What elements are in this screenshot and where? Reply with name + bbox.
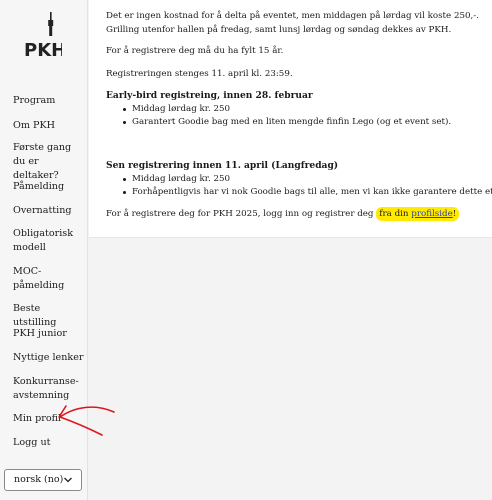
sidebar-item-konkurranse-avstemning[interactable]: Konkurranse-avstemning	[13, 375, 85, 403]
sidebar-item-overnatting[interactable]: Overnatting	[13, 204, 85, 218]
main-content: Det er ingen kostnad for å delta på even…	[89, 0, 492, 238]
svg-text:PKH: PKH	[24, 40, 62, 58]
list-item: Middag lørdag kr. 250	[122, 174, 231, 184]
sidebar-item-obligatorisk-modell[interactable]: Obligatorisk modell	[13, 227, 85, 255]
late-registration-heading: Sen registrering innen 11. april (Langfr…	[106, 160, 339, 171]
language-selected-value: norsk (no)	[14, 474, 64, 485]
profile-page-link[interactable]: profilside	[411, 209, 452, 219]
sidebar-item-nyttige-lenker[interactable]: Nyttige lenker	[13, 351, 85, 365]
list-item: Forhåpentligvis har vi nok Goodie bags t…	[123, 186, 492, 199]
pkh-logo[interactable]: PKH	[20, 12, 62, 58]
sidebar-item-pamelding[interactable]: Påmelding	[13, 180, 85, 194]
chevron-down-icon	[64, 477, 72, 483]
early-bird-heading: Early-bird registreing, innen 28. februa…	[106, 90, 313, 101]
age-rule-text: For å registrere deg må du ha fylt 15 år…	[106, 46, 284, 56]
sidebar-item-forste-gang[interactable]: Første gang du er deltaker?	[13, 141, 85, 183]
intro-cost-text: Det er ingen kostnad for å delta på even…	[106, 11, 479, 21]
sidebar-item-moc-pamelding[interactable]: MOC-påmelding	[13, 265, 85, 293]
list-item: Middag lørdag kr. 250	[122, 104, 231, 114]
deadline-text: Registreringen stenges 11. april kl. 23:…	[106, 69, 293, 79]
register-prefix: For å registrere deg for PKH 2025, logg …	[106, 209, 377, 219]
annotation-arrow	[58, 405, 115, 436]
register-instruction: For å registrere deg for PKH 2025, logg …	[106, 207, 460, 221]
sidebar-item-pkh-junior[interactable]: PKH junior	[13, 327, 85, 341]
sidebar-item-program[interactable]: Program	[13, 94, 85, 108]
sidebar-item-beste-utstilling[interactable]: Beste utstilling	[13, 302, 85, 330]
list-item: Garantert Goodie bag med en liten mengde…	[122, 117, 452, 127]
language-select[interactable]: norsk (no)	[4, 469, 82, 491]
intro-food-text: Grilling utenfor hallen på fredag, samt …	[106, 25, 452, 35]
sidebar-item-om-pkh[interactable]: Om PKH	[13, 119, 85, 133]
highlighted-text: fra din profilside!	[376, 207, 460, 221]
